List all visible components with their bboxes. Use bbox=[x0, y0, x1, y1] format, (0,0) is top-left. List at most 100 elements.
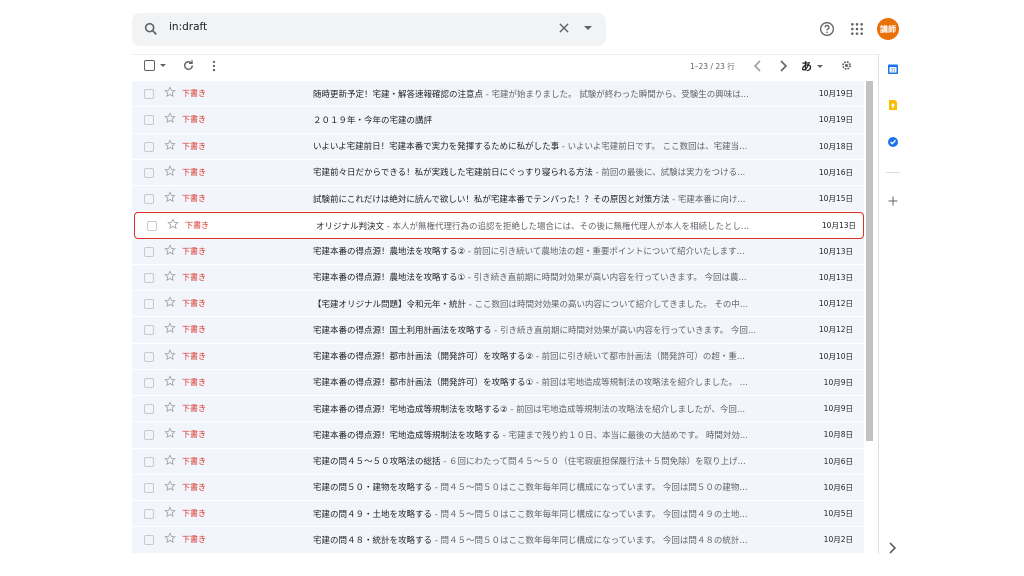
mail-row[interactable]: 下書き 宅建本番の得点源！宅地造成等規制法を攻略する② - 前回は宅地造成等規制法… bbox=[132, 396, 864, 423]
mail-row[interactable]: 下書き 宅建の問４８・統計を攻略する - 問４５～問５０はここ数年毎年同じ構成にな… bbox=[132, 527, 864, 554]
mail-row[interactable]: 下書き いよいよ宅建前日！宅建本番で実力を発揮するために私がした事 - いよいよ宅… bbox=[132, 133, 864, 160]
star-icon[interactable] bbox=[164, 532, 176, 544]
row-checkbox[interactable] bbox=[144, 194, 154, 204]
subject-text: 宅建の問４９・土地を攻略する bbox=[313, 509, 433, 520]
row-checkbox[interactable] bbox=[144, 272, 154, 283]
row-checkbox[interactable] bbox=[144, 482, 154, 493]
star-icon[interactable] bbox=[164, 138, 176, 151]
row-checkbox[interactable] bbox=[144, 404, 154, 414]
mail-row[interactable]: 下書き 宅建本番の得点源！農地法を攻略する② - 前回に引き続いて農地法の超・重要… bbox=[132, 238, 864, 265]
mail-row[interactable]: 下書き 【宅建オリジナル問題】令和元年・統計 - ここ数回は時間対効果の高い内容に… bbox=[132, 291, 864, 318]
draft-label: 下書き bbox=[182, 272, 206, 282]
mail-row[interactable]: 下書き オリジナル判決文 - 本人が無権代理行為の追認を拒絶した場合には、その後に… bbox=[134, 212, 864, 239]
mail-date: 10月6日 bbox=[823, 456, 853, 466]
more-vert-icon[interactable] bbox=[210, 59, 218, 73]
row-checkbox[interactable] bbox=[144, 535, 154, 546]
row-checkbox[interactable] bbox=[144, 246, 154, 257]
mail-row[interactable]: 下書き 宅建本番の得点源！国土利用計画法を攻略する - 引き続き直前期に時間対効果… bbox=[132, 317, 864, 344]
star-icon[interactable] bbox=[164, 348, 176, 361]
mail-subject: 随時更新予定！宅建・解答速報確認の注意点 - 宅建が始まりました。 試験が終わっ… bbox=[313, 88, 793, 100]
row-checkbox[interactable] bbox=[144, 325, 154, 336]
mail-row[interactable]: 下書き 宅建本番の得点源！都市計画法（開発許可）を攻略する① - 前回は宅地造成等… bbox=[132, 369, 864, 396]
star-icon[interactable] bbox=[167, 218, 179, 230]
mail-row[interactable]: 下書き 宅建本番の得点源！宅地造成等規制法を攻略する - 宅建まで残り約１０日、本… bbox=[132, 422, 864, 449]
mail-row[interactable]: 下書き 随時更新予定！宅建・解答速報確認の注意点 - 宅建が始まりました。 試験が… bbox=[132, 81, 864, 108]
subject-text: 随時更新予定！宅建・解答速報確認の注意点 bbox=[313, 89, 484, 100]
star-icon[interactable] bbox=[164, 322, 176, 334]
help-icon[interactable] bbox=[819, 21, 835, 37]
row-checkbox[interactable] bbox=[144, 167, 154, 178]
snippet-text: - 前回は宅地造成等規制法の攻略法を紹介しましたが、今回... bbox=[507, 404, 746, 415]
mail-subject: 宅建本番の得点源！宅地造成等規制法を攻略する② - 前回は宅地造成等規制法の攻略… bbox=[313, 403, 793, 415]
star-icon[interactable] bbox=[164, 243, 176, 256]
input-tools-button[interactable]: あ bbox=[801, 58, 812, 74]
star-icon[interactable] bbox=[164, 480, 176, 492]
star-icon[interactable] bbox=[164, 165, 176, 177]
row-checkbox[interactable] bbox=[144, 377, 154, 388]
scrollbar-thumb[interactable] bbox=[866, 81, 873, 441]
mail-row[interactable]: 下書き 宅建前々日だからできる！私が実践した宅建前日にぐっすり寝られる方法 - 前… bbox=[132, 159, 864, 186]
mail-subject: 宅建本番の得点源！農地法を攻略する② - 前回に引き続いて農地法の超・重要ポイン… bbox=[313, 245, 793, 257]
search-icon[interactable] bbox=[143, 21, 159, 37]
mail-row[interactable]: 下書き 宅建の問５０・建物を攻略する - 問４５～問５０はここ数年毎年同じ構成にな… bbox=[132, 474, 864, 501]
apps-icon[interactable] bbox=[850, 22, 864, 36]
mail-row[interactable]: 下書き 宅建の問４９・土地を攻略する - 問４５～問５０はここ数年毎年同じ構成にな… bbox=[132, 501, 864, 528]
snippet-text: - 宅建が始まりました。 試験が終わった瞬間から、受験生の興味は... bbox=[483, 89, 749, 100]
select-all-checkbox[interactable] bbox=[144, 60, 155, 71]
search-bar[interactable] bbox=[132, 13, 606, 46]
mail-subject: 宅建本番の得点源！国土利用計画法を攻略する - 引き続き直前期に時間対効果が高い… bbox=[313, 324, 793, 336]
chevron-left-icon[interactable] bbox=[753, 60, 763, 72]
row-checkbox[interactable] bbox=[144, 115, 154, 126]
snippet-text: - 引き続き直前期に時間対効果が高い内容を行っていきます。 今回は農... bbox=[465, 273, 747, 284]
subject-text: 宅建本番の得点源！都市計画法（開発許可）を攻略する① bbox=[313, 378, 534, 389]
star-icon[interactable] bbox=[164, 296, 176, 308]
calendar-icon[interactable]: 31 bbox=[887, 63, 899, 75]
chevron-down-icon[interactable] bbox=[584, 26, 592, 30]
star-icon[interactable] bbox=[164, 375, 176, 387]
close-icon[interactable] bbox=[557, 21, 571, 35]
snippet-text: - 前回に引き続いて農地法の超・重要ポイントについて紹介いたします... bbox=[465, 247, 745, 257]
row-checkbox[interactable] bbox=[147, 221, 157, 232]
row-checkbox[interactable] bbox=[144, 430, 154, 441]
star-icon[interactable] bbox=[164, 112, 176, 124]
mail-date: 10月19日 bbox=[818, 115, 853, 125]
row-checkbox[interactable] bbox=[144, 351, 154, 362]
mail-row[interactable]: 下書き 試験前にこれだけは絶対に読んで欲しい！私が宅建本番でテンパった！？その原因… bbox=[132, 186, 864, 213]
refresh-icon[interactable] bbox=[182, 59, 195, 72]
star-icon[interactable] bbox=[164, 270, 176, 282]
row-checkbox[interactable] bbox=[144, 89, 154, 99]
star-icon[interactable] bbox=[164, 453, 176, 466]
keep-icon[interactable] bbox=[887, 99, 899, 111]
avatar[interactable]: 講師 bbox=[877, 18, 899, 40]
mail-row[interactable]: 下書き 宅建本番の得点源！都市計画法（開発許可）を攻略する② - 前回に引き続いて… bbox=[132, 343, 864, 370]
search-input[interactable] bbox=[169, 21, 529, 33]
add-icon[interactable] bbox=[887, 195, 899, 207]
mail-date: 10月8日 bbox=[823, 430, 853, 440]
chevron-down-icon[interactable] bbox=[817, 65, 823, 68]
header-divider bbox=[132, 54, 878, 55]
star-icon[interactable] bbox=[164, 506, 176, 518]
chevron-down-icon[interactable] bbox=[160, 64, 166, 67]
mail-subject: 宅建の問４８・統計を攻略する - 問４５～問５０はここ数年毎年同じ構成になってい… bbox=[313, 534, 793, 546]
row-checkbox[interactable] bbox=[144, 299, 154, 309]
star-icon[interactable] bbox=[164, 86, 176, 98]
settings-icon[interactable] bbox=[840, 59, 853, 72]
snippet-text: - 問４５～問５０はここ数年毎年同じ構成になっています。 今回は問４８の統計..… bbox=[432, 535, 748, 546]
mail-row[interactable]: 下書き 宅建の問４５～５０攻略法の総括 - ６回にわたって問４５～５０（住宅瑕疵担… bbox=[132, 448, 864, 475]
tasks-icon[interactable] bbox=[887, 136, 899, 148]
row-checkbox[interactable] bbox=[144, 141, 154, 152]
mail-row[interactable]: 下書き ２０１９年・今年の宅建の講評 10月19日 bbox=[132, 107, 864, 134]
mail-row[interactable]: 下書き 宅建本番の得点源！農地法を攻略する① - 引き続き直前期に時間対効果が高い… bbox=[132, 264, 864, 291]
snippet-text: - ６回にわたって問４５～５０（住宅瑕疵担保履行法＋５問免除）を取り上げ... bbox=[440, 457, 746, 467]
row-checkbox[interactable] bbox=[144, 509, 154, 519]
star-icon[interactable] bbox=[164, 401, 176, 413]
star-icon[interactable] bbox=[164, 427, 176, 439]
chevron-right-icon[interactable] bbox=[887, 542, 897, 554]
subject-text: 宅建の問５０・建物を攻略する bbox=[313, 483, 433, 494]
draft-label: 下書き bbox=[182, 430, 206, 440]
chevron-right-icon[interactable] bbox=[778, 60, 788, 72]
mail-date: 10月12日 bbox=[818, 299, 853, 308]
snippet-text: - 前回の最後に、試験は実力をつける... bbox=[592, 168, 746, 179]
row-checkbox[interactable] bbox=[144, 456, 154, 467]
star-icon[interactable] bbox=[164, 191, 176, 203]
